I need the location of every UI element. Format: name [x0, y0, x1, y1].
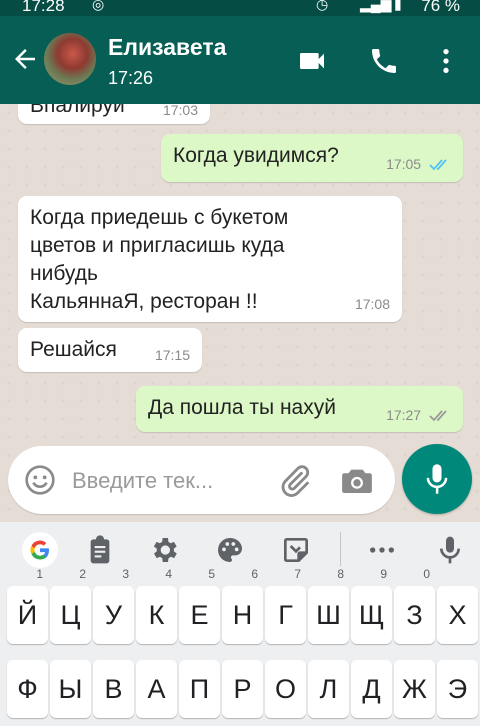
back-arrow-icon[interactable]: [10, 44, 40, 74]
palette-icon[interactable]: [214, 534, 246, 566]
message-text-line: КальяннаЯ, ресторан !!: [30, 290, 258, 313]
voice-call-icon[interactable]: [368, 45, 400, 77]
message-time: 17:03: [162, 104, 198, 118]
keyboard-toolbar: [0, 522, 480, 578]
message-time: 17:27: [386, 407, 422, 423]
contact-name[interactable]: Елизавета: [108, 34, 226, 61]
key[interactable]: 4К: [136, 568, 177, 644]
message-input-placeholder: Введите тек...: [72, 468, 214, 493]
key[interactable]: 8Ш: [308, 568, 349, 644]
message-text: Да пошла ты нахуй: [148, 396, 336, 419]
key[interactable]: А: [136, 660, 177, 718]
google-icon[interactable]: [22, 532, 58, 568]
message-text: Решайся: [30, 338, 117, 361]
message-text: Когда увидимся?: [173, 144, 339, 167]
message-bubble-incoming[interactable]: Когда приедешь с букетом цветов и пригла…: [18, 196, 402, 322]
status-bar: 17:28 ◎ ◷ ▂▄▆ ▮ 76 %: [0, 0, 480, 16]
key[interactable]: Р: [222, 660, 263, 718]
message-bubble-outgoing[interactable]: Когда увидимся? 17:05: [161, 134, 463, 182]
more-icon[interactable]: [366, 534, 398, 566]
location-icon: ◎: [92, 0, 105, 12]
voice-input-icon[interactable]: [434, 534, 466, 566]
key[interactable]: В: [93, 660, 134, 718]
compose-bar: Введите тек...: [0, 440, 480, 522]
message-bubble-outgoing[interactable]: Да пошла ты нахуй 17:27: [136, 386, 463, 432]
signal-icon: ▂▄▆: [360, 0, 392, 12]
key[interactable]: Э: [437, 660, 478, 718]
message-input[interactable]: Введите тек...: [8, 446, 395, 514]
key[interactable]: 3У: [93, 568, 134, 644]
key[interactable]: 9Щ: [351, 568, 392, 644]
voice-message-button[interactable]: [402, 444, 472, 514]
chat-header: Елизавета 17:26: [0, 16, 480, 104]
key[interactable]: 7Г: [265, 568, 306, 644]
more-options-icon[interactable]: [430, 45, 462, 77]
delivered-receipt-icon: [429, 410, 447, 422]
battery-level: 76 %: [421, 0, 460, 15]
camera-icon[interactable]: [340, 466, 374, 496]
avatar[interactable]: [44, 33, 96, 85]
key[interactable]: 0З: [394, 568, 435, 644]
clipboard-icon[interactable]: [84, 534, 116, 566]
key[interactable]: 6Н: [222, 568, 263, 644]
message-bubble-incoming[interactable]: Впалируй 17:03: [18, 104, 210, 124]
key[interactable]: О: [265, 660, 306, 718]
key[interactable]: Л: [308, 660, 349, 718]
key[interactable]: 1Й: [7, 568, 48, 644]
key[interactable]: Х: [437, 586, 478, 644]
message-text-line: нибудь: [30, 262, 98, 285]
emoji-icon[interactable]: [24, 464, 56, 496]
key[interactable]: Ж: [394, 660, 435, 718]
toolbar-divider: [340, 532, 341, 566]
video-call-icon[interactable]: [296, 45, 328, 77]
message-time: 17:15: [154, 347, 190, 363]
attach-icon[interactable]: [278, 464, 312, 498]
sticker-icon[interactable]: [280, 534, 312, 566]
message-text-line: Когда приедешь с букетом: [30, 206, 289, 229]
alarm-icon: ◷: [316, 0, 329, 12]
settings-icon[interactable]: [148, 534, 180, 566]
message-time: 17:05: [386, 156, 422, 172]
message-time: 17:08: [354, 296, 390, 312]
key[interactable]: Ы: [50, 660, 91, 718]
key[interactable]: Ф: [7, 660, 48, 718]
key[interactable]: 5Е: [179, 568, 220, 644]
status-time: 17:28: [22, 0, 65, 15]
last-seen: 17:26: [108, 68, 154, 88]
key[interactable]: П: [179, 660, 220, 718]
message-text: Впалируй: [30, 104, 125, 117]
message-text-line: цветов и пригласишь куда: [30, 234, 285, 257]
key[interactable]: 2Ц: [50, 568, 91, 644]
key[interactable]: Д: [351, 660, 392, 718]
mic-icon: [426, 464, 448, 494]
on-screen-keyboard: 1Й 2Ц 3У 4К 5Е 6Н 7Г 8Ш 9Щ 0З Х Ф Ы В А …: [0, 522, 480, 726]
read-receipt-icon: [429, 159, 447, 171]
message-bubble-incoming[interactable]: Решайся 17:15: [18, 328, 202, 372]
battery-icon: ▮: [394, 0, 402, 12]
